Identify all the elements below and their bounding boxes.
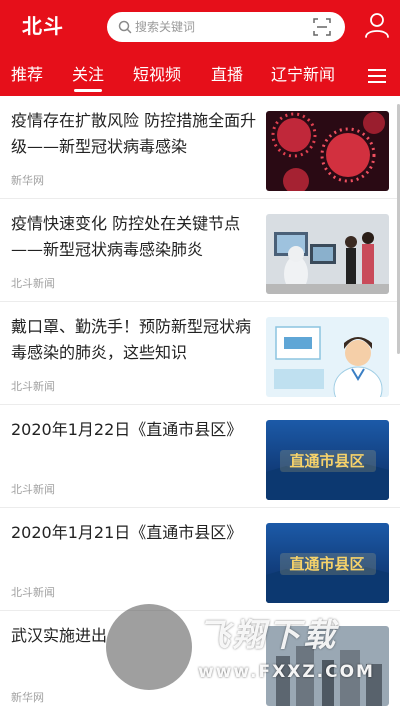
user-icon[interactable] <box>364 11 390 39</box>
download-site-watermark: 飞翔下载 www.FXXZ.COM <box>106 604 390 704</box>
search-placeholder: 搜索关键词 <box>135 20 196 34</box>
tab-recommend[interactable]: 推荐 <box>11 58 43 96</box>
tab-following[interactable]: 关注 <box>72 58 104 96</box>
menu-icon[interactable] <box>367 66 387 86</box>
news-source: 北斗新闻 <box>11 483 55 496</box>
news-source: 新华网 <box>11 691 44 704</box>
search-bar[interactable]: 搜索关键词 <box>107 12 345 42</box>
news-thumbnail-show[interactable]: 直通市县区 <box>266 523 389 603</box>
news-item[interactable]: 疫情快速变化 防控处在关键节点——新型冠状病毒感染肺炎 北斗新闻 <box>0 199 400 302</box>
news-item[interactable]: 疫情存在扩散风险 防控措施全面升级——新型冠状病毒感染 新华网 <box>0 96 400 199</box>
news-thumbnail-virus[interactable] <box>266 111 389 191</box>
app-header: 北斗 搜索关键词 推荐 关注 短视频 直播 辽宁新闻 <box>0 0 400 96</box>
news-item[interactable]: 2020年1月22日《直通市县区》 北斗新闻 直通市县区 <box>0 405 400 508</box>
news-title[interactable]: 疫情存在扩散风险 防控措施全面升级——新型冠状病毒感染 <box>11 108 259 160</box>
news-item[interactable]: 2020年1月21日《直通市县区》 北斗新闻 直通市县区 <box>0 508 400 611</box>
watermark-text: 飞翔下载 <box>198 616 339 654</box>
news-thumbnail-lab[interactable] <box>266 214 389 294</box>
tab-short-video[interactable]: 短视频 <box>133 58 181 96</box>
news-source: 北斗新闻 <box>11 277 55 290</box>
news-title[interactable]: 戴口罩、勤洗手！预防新型冠状病毒感染的肺炎，这些知识 <box>11 314 259 366</box>
news-source: 新华网 <box>11 174 44 187</box>
news-title[interactable]: 疫情快速变化 防控处在关键节点——新型冠状病毒感染肺炎 <box>11 211 259 263</box>
news-source: 北斗新闻 <box>11 380 55 393</box>
tab-live[interactable]: 直播 <box>211 58 243 96</box>
tab-liaoning-news[interactable]: 辽宁新闻 <box>271 58 335 96</box>
news-thumbnail-show[interactable]: 直通市县区 <box>266 420 389 500</box>
app-logo[interactable]: 北斗 <box>22 12 64 40</box>
search-icon <box>118 20 132 34</box>
watermark-url: www.FXXZ.COM <box>198 662 375 682</box>
scan-icon[interactable] <box>313 18 331 36</box>
show-title-text: 直通市县区 <box>289 555 364 573</box>
news-title[interactable]: 2020年1月21日《直通市县区》 <box>11 520 259 546</box>
news-item[interactable]: 戴口罩、勤洗手！预防新型冠状病毒感染的肺炎，这些知识 北斗新闻 <box>0 302 400 405</box>
news-thumbnail-doctor[interactable] <box>266 317 389 397</box>
category-tabs: 推荐 关注 短视频 直播 辽宁新闻 <box>0 58 400 96</box>
watermark-logo-icon <box>106 604 192 690</box>
news-title[interactable]: 2020年1月22日《直通市县区》 <box>11 417 259 443</box>
news-source: 北斗新闻 <box>11 586 55 599</box>
show-title-text: 直通市县区 <box>289 452 364 470</box>
